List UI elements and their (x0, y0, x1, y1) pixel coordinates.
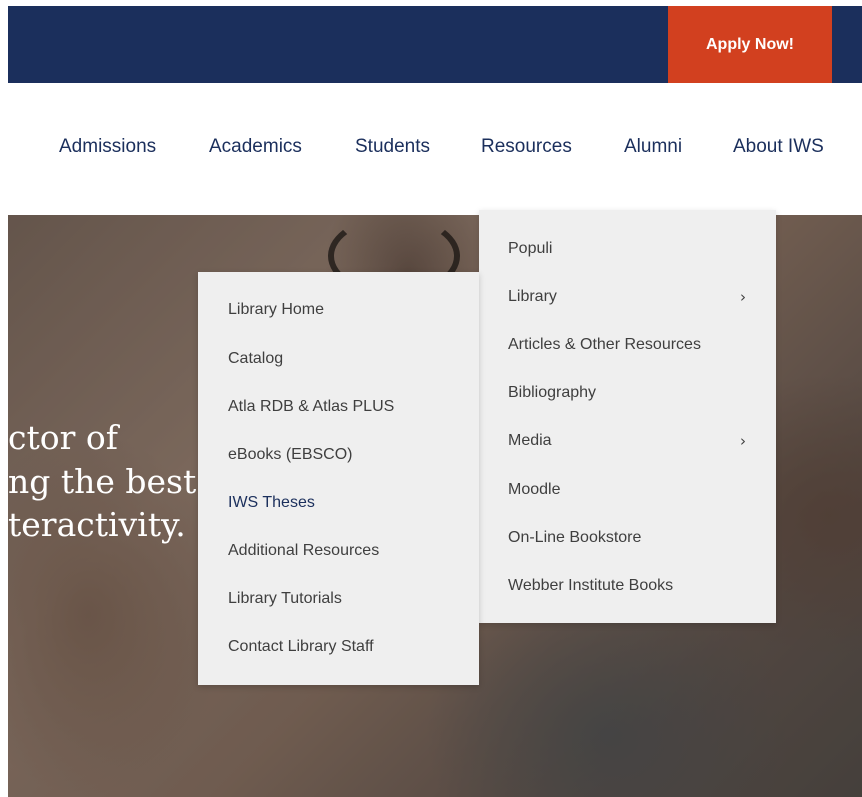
nav-admissions[interactable]: Admissions (59, 136, 156, 158)
nav-resources[interactable]: Resources (481, 136, 572, 158)
hero-text-line-2: ng the best (8, 462, 197, 501)
page: Apply Now! Admissions Academics Students… (0, 0, 862, 797)
submenu-item-atla-rdb[interactable]: Atla RDB & Atlas PLUS (228, 398, 394, 416)
apply-now-button[interactable]: Apply Now! (668, 6, 832, 83)
submenu-item-contact-staff[interactable]: Contact Library Staff (228, 638, 374, 656)
library-submenu: Library Home Catalog Atla RDB & Atlas PL… (198, 272, 479, 685)
hero-text-line-3: teractivity. (8, 505, 186, 544)
nav-academics[interactable]: Academics (209, 136, 302, 158)
nav-students[interactable]: Students (355, 136, 430, 158)
menu-item-bibliography[interactable]: Bibliography (508, 384, 596, 402)
submenu-item-ebooks[interactable]: eBooks (EBSCO) (228, 446, 352, 464)
menu-item-populi[interactable]: Populi (508, 240, 552, 258)
nav-about-iws[interactable]: About IWS (733, 136, 824, 158)
submenu-item-library-tutorials[interactable]: Library Tutorials (228, 590, 342, 608)
submenu-item-additional-resources[interactable]: Additional Resources (228, 542, 379, 560)
menu-item-online-bookstore[interactable]: On-Line Bookstore (508, 529, 641, 547)
chevron-right-icon: › (740, 288, 746, 306)
menu-item-webber-books[interactable]: Webber Institute Books (508, 577, 673, 595)
submenu-item-library-home[interactable]: Library Home (228, 301, 324, 319)
hero-text-line-1: ctor of (8, 418, 118, 457)
submenu-item-catalog[interactable]: Catalog (228, 350, 283, 368)
menu-item-moodle[interactable]: Moodle (508, 481, 560, 499)
submenu-item-iws-theses[interactable]: IWS Theses (228, 494, 315, 512)
menu-item-library[interactable]: Library (508, 288, 557, 306)
chevron-right-icon: › (740, 432, 746, 450)
menu-item-media[interactable]: Media (508, 432, 552, 450)
menu-item-articles[interactable]: Articles & Other Resources (508, 336, 701, 354)
resources-dropdown: Populi Library › Articles & Other Resour… (479, 210, 776, 623)
nav-alumni[interactable]: Alumni (624, 136, 682, 158)
